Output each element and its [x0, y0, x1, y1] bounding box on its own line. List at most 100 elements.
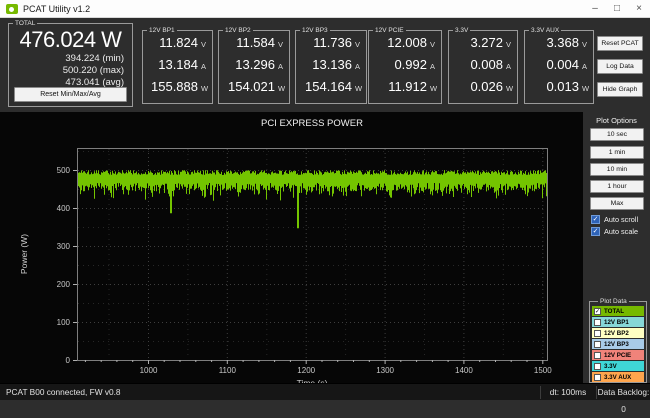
status-dt: dt: 100ms — [549, 387, 587, 397]
unit-volts: V — [430, 40, 436, 49]
rail-volts: 3.272 — [470, 35, 503, 50]
status-connection: PCAT B00 connected, FW v0.8 — [6, 387, 121, 397]
rail-volts: 11.824 — [159, 35, 198, 50]
unit-watts: W — [201, 84, 209, 93]
svg-text:300: 300 — [57, 242, 71, 251]
plot-data-item-3v3-aux[interactable]: 3.3V AUX — [592, 372, 644, 382]
range-1min-button[interactable]: 1 min — [590, 146, 644, 159]
total-panel-label: TOTAL — [13, 20, 38, 27]
unit-watts: W — [430, 84, 438, 93]
svg-text:PCI EXPRESS POWER: PCI EXPRESS POWER — [261, 118, 363, 129]
total-min: 394.224 (min) — [65, 53, 124, 64]
maximize-icon[interactable]: □ — [606, 0, 628, 18]
rail-watts: 155.888 — [151, 79, 198, 94]
svg-text:1200: 1200 — [297, 366, 315, 375]
rail-amps: 0.008 — [470, 57, 503, 72]
title-bar: PCAT Utility v1.2 – □ × — [0, 0, 650, 18]
rail-watts: 0.026 — [470, 79, 503, 94]
range-10sec-button[interactable]: 10 sec — [590, 128, 644, 141]
plot-data-item-3v3[interactable]: 3.3V — [592, 361, 644, 371]
minimize-icon[interactable]: – — [584, 0, 606, 18]
unit-volts: V — [355, 40, 361, 49]
total-max: 500.220 (max) — [62, 65, 124, 76]
power-chart-svg: 0 100 200 300 400 500 1000 1100 1200 1300 1400 1500… — [19, 118, 552, 388]
plot-data-item-label: 3.3V AUX — [604, 373, 632, 381]
unit-amps: A — [430, 62, 436, 71]
svg-text:0: 0 — [66, 356, 71, 365]
checkbox-check-icon: ✓ — [591, 226, 600, 236]
auto-scroll-checkbox[interactable]: ✓ Auto scroll — [591, 214, 638, 224]
plot-data-item-12v-bp2[interactable]: 12V BP2 — [592, 328, 644, 338]
rail-amps: 13.296 — [235, 57, 275, 72]
svg-text:200: 200 — [57, 280, 71, 289]
checkbox-icon — [594, 351, 601, 359]
auto-scroll-label: Auto scroll — [604, 214, 639, 224]
unit-volts: V — [201, 40, 207, 49]
plot-data-item-12v-bp3[interactable]: 12V BP3 — [592, 339, 644, 349]
plot-data-item-12v-pcie[interactable]: 12V PCIE — [592, 350, 644, 360]
rail-label: 12V PCIE — [373, 27, 406, 34]
range-1hour-button[interactable]: 1 hour — [590, 180, 644, 193]
svg-text:1300: 1300 — [376, 366, 394, 375]
checkbox-icon — [594, 362, 601, 370]
unit-amps: A — [278, 62, 284, 71]
svg-text:100: 100 — [57, 318, 71, 327]
unit-amps: A — [355, 62, 361, 71]
rail-panel-12v-bp1: 12V BP1 11.824 V 13.184 A 155.888 W — [142, 27, 213, 104]
window-title: PCAT Utility v1.2 — [23, 4, 91, 14]
svg-text:1100: 1100 — [219, 366, 237, 375]
status-bar: PCAT B00 connected, FW v0.8 dt: 100ms Da… — [0, 383, 650, 414]
reset-min-max-avg-button[interactable]: Reset Min/Max/Avg — [14, 87, 127, 102]
auto-scale-checkbox[interactable]: ✓ Auto scale — [591, 226, 638, 236]
range-max-button[interactable]: Max — [590, 197, 644, 210]
unit-watts: W — [506, 84, 514, 93]
checkbox-icon — [594, 318, 601, 326]
unit-watts: W — [355, 84, 363, 93]
svg-text:400: 400 — [57, 204, 71, 213]
checkbox-icon: ✓ — [594, 307, 601, 315]
checkbox-icon — [594, 373, 601, 381]
plot-data-item-label: 12V PCIE — [604, 351, 632, 359]
rail-volts: 12.008 — [387, 35, 427, 50]
svg-text:1400: 1400 — [455, 366, 473, 375]
plot-data-item-label: 12V BP3 — [604, 340, 629, 348]
auto-scale-label: Auto scale — [604, 226, 639, 236]
plot-data-panel: Plot Data ✓ TOTAL 12V BP1 12V BP2 12V BP3… — [589, 298, 647, 383]
plot-data-item-label: 12V BP1 — [604, 318, 629, 326]
rail-volts: 11.736 — [313, 35, 352, 50]
rail-label: 3.3V — [453, 27, 471, 34]
plot-data-item-label: TOTAL — [604, 307, 625, 315]
unit-amps: A — [201, 62, 207, 71]
checkbox-check-icon: ✓ — [591, 214, 600, 224]
range-10min-button[interactable]: 10 min — [590, 163, 644, 176]
plot-data-item-total[interactable]: ✓ TOTAL — [592, 306, 644, 316]
total-power-value: 476.024 W — [19, 27, 122, 52]
svg-text:1000: 1000 — [140, 366, 158, 375]
log-data-button[interactable]: Log Data — [597, 59, 643, 74]
rail-panel-12v-bp3: 12V BP3 11.736 V 13.136 A 154.164 W — [295, 27, 367, 104]
plot-data-title: Plot Data — [598, 298, 629, 305]
total-panel: TOTAL 476.024 W 394.224 (min) 500.220 (m… — [8, 20, 133, 107]
power-chart: 0 100 200 300 400 500 1000 1100 1200 1300 1400 1500… — [0, 112, 583, 388]
unit-watts: W — [278, 84, 286, 93]
checkbox-icon — [594, 329, 601, 337]
unit-amps: A — [506, 62, 512, 71]
rail-amps: 0.992 — [394, 57, 427, 72]
rail-watts: 11.912 — [388, 79, 427, 94]
app-icon — [6, 4, 18, 14]
rail-panel-3v3-aux: 3.3V AUX 3.368 V 0.004 A 0.013 W — [524, 27, 594, 104]
rail-amps: 13.184 — [158, 57, 198, 72]
rail-watts: 154.021 — [228, 79, 275, 94]
close-icon[interactable]: × — [628, 0, 650, 18]
plot-data-item-label: 3.3V — [604, 362, 617, 370]
unit-volts: V — [278, 40, 284, 49]
reset-pcat-button[interactable]: Reset PCAT — [597, 36, 643, 51]
rail-amps: 13.136 — [312, 57, 352, 72]
rail-label: 12V BP1 — [147, 27, 177, 34]
svg-text:1500: 1500 — [534, 366, 552, 375]
rail-volts: 3.368 — [546, 35, 579, 50]
unit-volts: V — [506, 40, 512, 49]
hide-graph-button[interactable]: Hide Graph — [597, 82, 643, 97]
plot-data-item-12v-bp1[interactable]: 12V BP1 — [592, 317, 644, 327]
plot-data-item-label: 12V BP2 — [604, 329, 629, 337]
